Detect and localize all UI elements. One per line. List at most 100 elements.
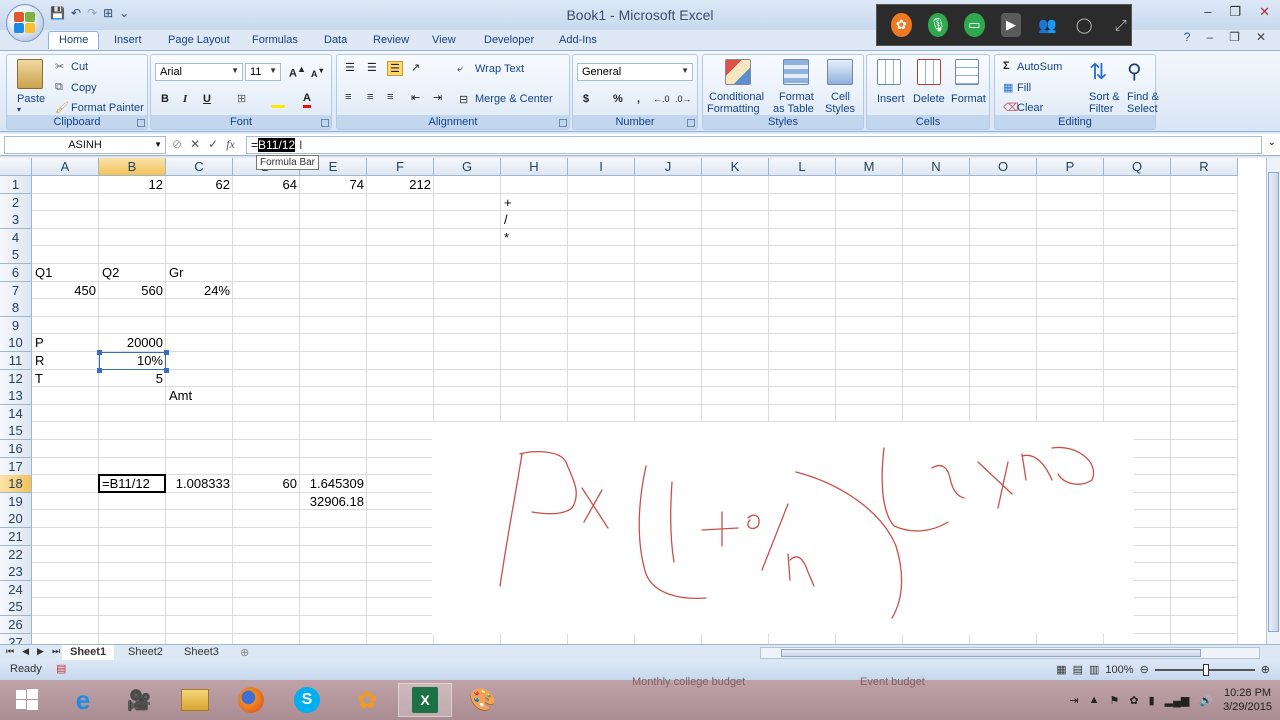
paste-icon[interactable] bbox=[17, 59, 43, 89]
range-handle[interactable] bbox=[164, 350, 169, 355]
cell-b7[interactable]: 560 bbox=[99, 282, 166, 300]
cell-e18[interactable]: 1.645309 bbox=[300, 475, 367, 493]
cell-h3[interactable]: / bbox=[501, 211, 568, 229]
screen-share-icon[interactable]: ▭ bbox=[964, 13, 985, 37]
office-button[interactable] bbox=[6, 4, 44, 42]
doc-restore-icon[interactable]: ❐ bbox=[1229, 30, 1240, 44]
insert-sheet-icon[interactable]: ⊕ bbox=[232, 645, 257, 661]
page-layout-view-icon[interactable]: ▤ bbox=[1073, 663, 1083, 676]
delete-cells-button[interactable]: Delete bbox=[913, 93, 945, 105]
tab-review[interactable]: Review bbox=[373, 32, 409, 50]
range-handle[interactable] bbox=[97, 367, 102, 373]
alignment-dialog-launcher[interactable] bbox=[559, 119, 567, 127]
copy-icon[interactable]: ⧉ bbox=[55, 81, 63, 94]
row-header-20[interactable]: 20 bbox=[0, 510, 32, 529]
insert-function-icon[interactable]: fx bbox=[226, 137, 235, 152]
row-header-19[interactable]: 19 bbox=[0, 492, 32, 511]
row-header-21[interactable]: 21 bbox=[0, 528, 32, 546]
help-icon[interactable]: ? bbox=[1184, 30, 1191, 44]
cell-a7[interactable]: 450 bbox=[32, 282, 99, 300]
restore-icon[interactable]: ❐ bbox=[1229, 4, 1241, 20]
camera-icon[interactable]: ▶ bbox=[1000, 13, 1022, 37]
macro-record-icon[interactable]: ▤ bbox=[56, 662, 66, 675]
row-header-13[interactable]: 13 bbox=[0, 387, 32, 406]
column-header-a[interactable]: A bbox=[32, 158, 99, 176]
zoom-slider-thumb[interactable] bbox=[1202, 663, 1209, 676]
column-header-b[interactable]: B bbox=[99, 158, 166, 176]
conditional-formatting-label-2[interactable]: Formatting bbox=[707, 103, 760, 115]
tab-formulas[interactable]: Formulas bbox=[252, 32, 298, 50]
row-header-1[interactable]: 1 bbox=[0, 176, 32, 194]
grow-font-icon[interactable]: A▲ bbox=[289, 64, 306, 80]
borders-icon[interactable]: ⊞ bbox=[237, 92, 246, 105]
cell-d18[interactable]: 60 bbox=[233, 475, 300, 493]
column-header-h[interactable]: H bbox=[501, 158, 568, 176]
doc-minimize-icon[interactable]: – bbox=[1206, 30, 1213, 44]
paste-dropdown-icon[interactable]: ▾ bbox=[17, 105, 21, 114]
function-wizard-icon[interactable]: ⊘ bbox=[172, 137, 182, 152]
first-sheet-icon[interactable]: ⏮ bbox=[6, 646, 14, 657]
row-header-22[interactable]: 22 bbox=[0, 545, 32, 564]
internet-explorer-icon[interactable]: e bbox=[56, 683, 110, 717]
row-header-4[interactable]: 4 bbox=[0, 228, 32, 247]
taskbar-clock[interactable]: 10:28 PM 3/29/2015 bbox=[1223, 686, 1272, 714]
minimize-icon[interactable]: – bbox=[1204, 4, 1211, 20]
column-header-g[interactable]: G bbox=[434, 158, 501, 176]
pin-icon[interactable]: ⇥ bbox=[1069, 694, 1078, 707]
paint-icon[interactable]: 🎨 bbox=[456, 683, 510, 717]
tray-app-icon[interactable]: ✿ bbox=[1129, 694, 1138, 707]
align-right-icon[interactable]: ≡ bbox=[387, 91, 393, 103]
conditional-formatting-icon[interactable] bbox=[725, 59, 751, 85]
row-header-25[interactable]: 25 bbox=[0, 598, 32, 617]
insert-cells-button[interactable]: Insert bbox=[877, 93, 905, 105]
comma-button[interactable]: , bbox=[637, 93, 640, 105]
insert-cells-icon[interactable] bbox=[877, 59, 901, 85]
column-header-j[interactable]: J bbox=[635, 158, 702, 176]
column-header-o[interactable]: O bbox=[970, 158, 1037, 176]
sort-filter-icon[interactable]: ⇅ bbox=[1089, 59, 1107, 85]
format-cells-button[interactable]: Format bbox=[951, 93, 986, 105]
cell-styles-label-2[interactable]: Styles bbox=[825, 103, 855, 115]
cut-icon[interactable]: ✂ bbox=[55, 60, 64, 73]
horizontal-scroll-thumb[interactable] bbox=[781, 649, 1201, 657]
cell-e1[interactable]: 74 bbox=[300, 176, 367, 194]
sheet-tab-sheet2[interactable]: Sheet2 bbox=[120, 645, 171, 661]
cell-h4[interactable]: * bbox=[501, 229, 568, 247]
row-header-24[interactable]: 24 bbox=[0, 580, 32, 599]
network-icon[interactable]: ▂▄▆ bbox=[1165, 694, 1190, 707]
zoom-out-icon[interactable]: ⊖ bbox=[1140, 663, 1149, 676]
cell-b6[interactable]: Q2 bbox=[99, 264, 166, 282]
row-header-15[interactable]: 15 bbox=[0, 422, 32, 441]
people-icon[interactable]: 👥 bbox=[1037, 13, 1058, 37]
column-header-c[interactable]: C bbox=[166, 158, 233, 176]
column-header-l[interactable]: L bbox=[769, 158, 836, 176]
enter-icon[interactable]: ✓ bbox=[208, 137, 218, 152]
app-orange-icon[interactable]: ✿ bbox=[891, 13, 912, 37]
row-header-11[interactable]: 11 bbox=[0, 352, 32, 370]
copy-button[interactable]: Copy bbox=[71, 82, 97, 94]
prev-sheet-icon[interactable]: ◀ bbox=[22, 646, 29, 657]
row-header-23[interactable]: 23 bbox=[0, 563, 32, 582]
row-header-26[interactable]: 26 bbox=[0, 616, 32, 634]
row-header-6[interactable]: 6 bbox=[0, 264, 32, 282]
find-select-icon[interactable]: ⚲ bbox=[1127, 59, 1142, 84]
increase-decimal-icon[interactable]: ←.0 bbox=[653, 94, 670, 104]
tab-view[interactable]: View bbox=[432, 32, 456, 50]
font-dialog-launcher[interactable] bbox=[321, 119, 329, 127]
row-header-9[interactable]: 9 bbox=[0, 316, 32, 335]
cell-a11[interactable]: R bbox=[32, 352, 99, 370]
row-header-8[interactable]: 8 bbox=[0, 299, 32, 318]
worksheet-grid[interactable]: ABCDEFGHIJKLMNOPQR1234567891011121314151… bbox=[0, 158, 1266, 644]
conditional-formatting-button[interactable]: Conditional bbox=[709, 91, 764, 103]
row-header-5[interactable]: 5 bbox=[0, 246, 32, 265]
cancel-icon[interactable]: ✕ bbox=[190, 137, 200, 152]
range-handle[interactable] bbox=[97, 350, 102, 355]
font-color-icon[interactable]: A bbox=[303, 91, 311, 108]
format-as-table-label-2[interactable]: as Table bbox=[773, 103, 814, 115]
decrease-decimal-icon[interactable]: .0→ bbox=[675, 94, 692, 104]
row-header-10[interactable]: 10 bbox=[0, 334, 32, 353]
number-dialog-launcher[interactable] bbox=[687, 119, 695, 127]
column-header-p[interactable]: P bbox=[1037, 158, 1104, 176]
format-painter-button[interactable]: Format Painter bbox=[71, 102, 144, 114]
underline-button[interactable]: U bbox=[203, 93, 211, 105]
